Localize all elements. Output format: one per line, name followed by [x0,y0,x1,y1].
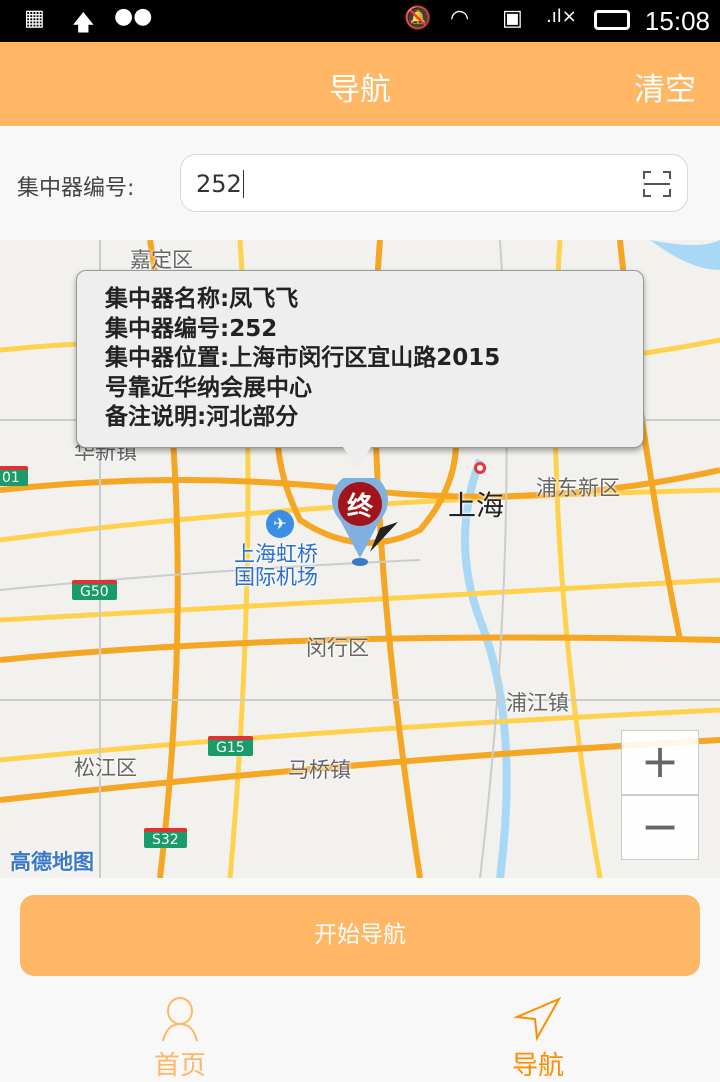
input-value[interactable]: 252 [196,170,244,198]
tab-navigation[interactable]: 导航 [478,993,598,1081]
tab-home[interactable]: 首页 [120,993,240,1081]
battery-icon [594,10,630,30]
scan-icon[interactable] [643,171,671,197]
navigation-arrow-icon [513,996,562,1042]
map-view[interactable]: 嘉定区 华新镇 上海 浦东新区 ✈ 上海虹桥 国际机场 闵行区 浦江镇 松江区 … [0,240,720,878]
popup-number: 集中器编号:252 [105,315,278,342]
concentrator-number-label: 集中器编号: [17,176,135,201]
status-bar: ▦ 🡅 ●● 🔕 ◠ ▣ .ıl× 15:08 [0,0,720,42]
mute-icon: 🔕 [404,6,432,31]
highway-g50: G50 [72,580,117,600]
label-shanghai: 上海 [448,489,505,522]
tab-home-label: 首页 [153,1051,206,1081]
highway-edge: 01 [0,466,28,486]
zoom-in-button[interactable]: + [621,730,699,795]
sim-off-icon: ▣ [502,6,523,31]
label-maqiao: 马桥镇 [288,758,351,782]
popup-location: 集中器位置:上海市闵行区宜山路2015 [105,345,501,371]
wifi-icon: ◠ [450,6,470,31]
destination-marker[interactable]: 终 [330,478,398,568]
label-airport-2: 国际机场 [234,565,318,589]
airport-icon: ✈ [266,510,294,538]
marker-label: 终 [346,492,373,522]
label-minhang: 闵行区 [306,636,369,660]
popup-location-cont: 号靠近华纳会展中心 [105,374,312,401]
person-icon [162,997,198,1042]
concentrator-row: 集中器编号: 252 [0,154,720,212]
apps-icon: ▦ [24,6,45,31]
highway-s32: S32 [144,828,187,848]
amap-logo: 高德地图 [10,850,94,874]
upload-icon: 🡅 [72,11,95,36]
zoom-out-button[interactable]: − [621,795,699,860]
city-center-icon [474,462,486,474]
label-songjiang: 松江区 [74,756,137,780]
signal-icon: .ıl× [546,6,577,27]
page-title: 导航 [329,72,391,108]
start-navigation-button[interactable]: 开始导航 [20,895,700,976]
label-pudong: 浦东新区 [536,476,620,500]
info-popup: 集中器名称:凤飞飞 集中器编号:252 集中器位置:上海市闵行区宜山路2015 … [76,270,644,469]
concentrator-number-input[interactable]: 252 [180,154,688,212]
header: 导航 清空 [0,42,720,126]
label-pujiang: 浦江镇 [506,691,569,715]
tab-navigation-label: 导航 [511,1051,564,1081]
popup-remark: 备注说明:河北部分 [105,404,299,430]
popup-name: 集中器名称:凤飞飞 [105,286,299,312]
highway-g15: G15 [208,736,253,756]
clear-button[interactable]: 清空 [634,64,696,109]
clock: 15:08 [644,6,710,36]
android-icon: ●● [114,4,153,29]
